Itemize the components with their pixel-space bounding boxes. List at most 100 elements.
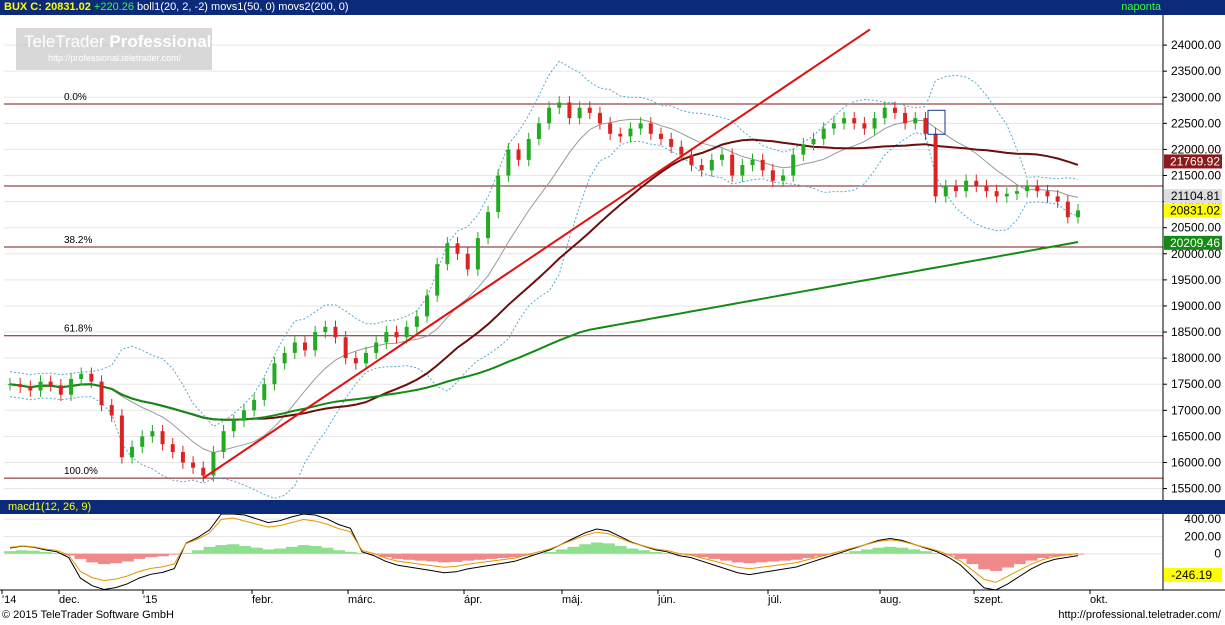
candle-body [994,191,999,197]
price-label: 20209.46 [1164,235,1222,250]
y-tick-label: 19000.00 [1171,299,1221,313]
candle-body [262,384,267,400]
candle-body [638,123,643,129]
macd-histogram-bar [1013,553,1026,565]
x-tick-label: '15 [143,594,157,606]
period-label[interactable]: naponta [1121,0,1161,15]
candle-body [821,128,826,139]
y-tick-label: 17500.00 [1171,377,1221,391]
macd-histogram-bar [567,546,580,554]
macd-last-value: -246.19 [1164,567,1222,582]
macd-histogram-bar [191,550,205,554]
macd-histogram-bar [602,543,615,554]
price-chart[interactable]: 24000.0023500.0023000.0022500.0022000.00… [0,15,1225,500]
macd-histogram-bar [344,552,357,554]
y-tick-label: 21500.00 [1171,169,1221,183]
macd-histogram-bar [74,553,87,559]
macd-histogram-bar [919,551,932,554]
candle-body [160,431,165,445]
x-tick-label: febr. [252,594,273,606]
candle [475,231,480,276]
candle-body [1004,193,1009,197]
macd-histogram-bar [614,545,627,554]
y-tick-label: 20500.00 [1171,221,1221,235]
candle-body [669,139,674,147]
macd-histogram-bar [626,548,639,554]
candle-body [241,410,246,421]
footer-url[interactable]: http://professional.teletrader.com/ [1058,609,1221,621]
candle-body [516,149,521,160]
candle-body [130,446,135,458]
price-label-text: 20831.02 [1170,203,1220,217]
macd-histogram-bar [262,549,275,554]
macd-histogram-bar [860,549,874,554]
macd-histogram-bar [849,551,862,554]
candle-body [384,332,389,343]
symbol-label: BUX C: 20831.02 [4,1,91,13]
candle-body [323,326,328,333]
candle-body [526,139,531,160]
candle-body [750,159,755,166]
macd-histogram-bar [15,550,29,554]
candle-body [79,373,84,379]
macd-last-value-text: -246.19 [1171,568,1212,582]
macd-histogram-bar [755,553,768,563]
footer: © 2015 TeleTrader Software GmbH http://p… [0,606,1225,625]
candle-body [557,102,562,108]
change-label: +220.26 [93,1,134,13]
candle-body [109,405,114,416]
candle-body [8,384,12,386]
macd-histogram-bar [121,553,134,562]
macd-histogram-bar [778,553,791,561]
x-tick-label: aug. [880,594,901,606]
candle-body [679,146,684,155]
x-tick-label: szept. [974,594,1003,606]
macd-histogram-bar [168,553,181,555]
y-tick-label: 19500.00 [1171,273,1221,287]
candle-body [730,154,735,176]
macd-histogram-bar [954,553,968,559]
fib-level-label: 38.2% [64,235,92,246]
macd-tick-label: 0 [1214,547,1221,561]
fib-level-label: 100.0% [64,466,98,477]
candle-body [374,342,379,353]
fib-level-label: 61.8% [64,324,92,335]
price-label: 21104.81 [1164,189,1222,204]
y-tick-label: 15500.00 [1171,482,1221,496]
candle-body [1014,191,1019,194]
candle-body [699,165,704,171]
candle-body [496,175,501,213]
macd-chart[interactable]: 400.00 200.00 0-246.19 '14 dec. '15 febr. márc.… [0,514,1225,606]
candle-body [435,264,440,296]
candle-body [903,112,908,124]
candle-body [658,133,663,139]
candle-body [191,462,196,468]
macd-histogram-bar [274,548,287,554]
candle-body [923,118,928,134]
macd-histogram-bar [1001,553,1014,568]
x-tick-label: dec. [59,594,80,606]
y-tick-label: 24000.00 [1171,38,1221,52]
macd-histogram-bar [649,552,662,554]
macd-histogram-bar [332,550,345,554]
candle-body [180,452,185,463]
macd-histogram-bar [403,553,416,560]
x-tick-label: márc. [348,594,376,606]
price-label-text: 20209.46 [1170,236,1220,250]
macd-tick-label: 400.00 [1184,514,1221,526]
candle-body [943,185,948,197]
macd-histogram-bar [544,552,557,554]
candle-body [791,154,796,176]
macd-histogram-bar [978,553,991,570]
candle-body [150,431,155,437]
candle-body [99,381,104,406]
candle-body [221,431,226,453]
y-tick-label: 16500.00 [1171,429,1221,443]
chart-header: BUX C: 20831.02 +220.26 boll1(20, 2, -2)… [0,0,1225,15]
candle-body [536,123,541,139]
candle-body [425,295,430,317]
logo-url: http://professional.teletrader.com/ [48,53,182,63]
candle-body [292,342,297,353]
y-tick-label: 23500.00 [1171,64,1221,78]
price-label-text: 21769.92 [1170,154,1220,168]
